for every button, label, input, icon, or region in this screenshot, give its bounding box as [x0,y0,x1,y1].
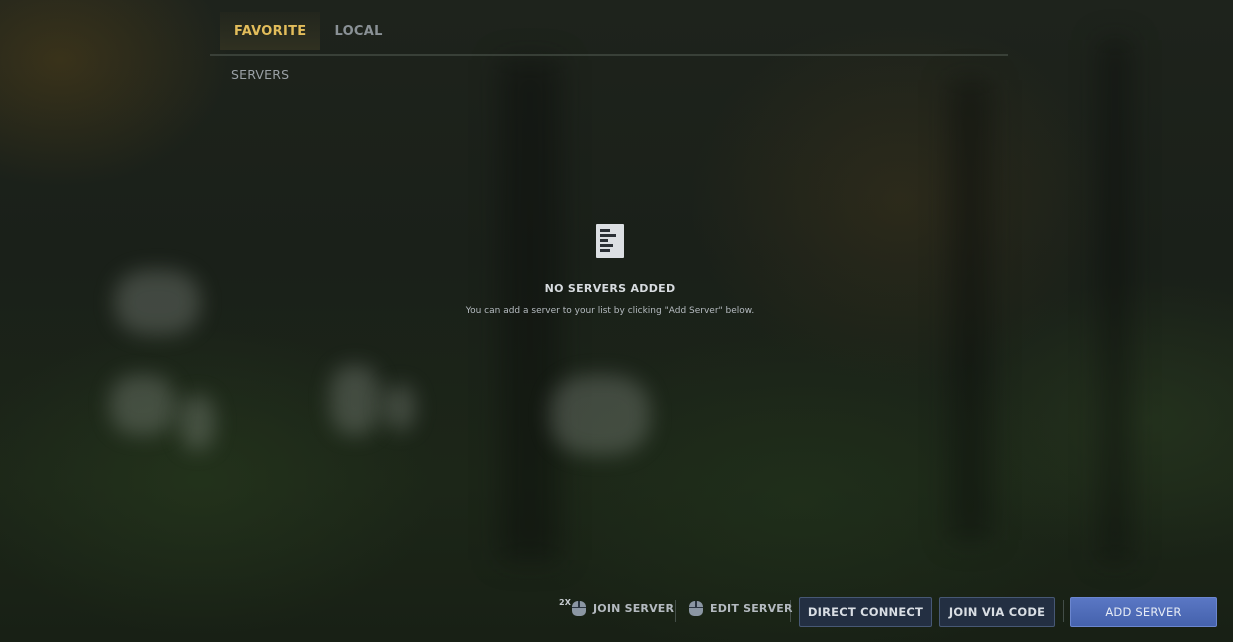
server-tabs: FAVORITE LOCAL [210,12,1008,56]
background-shape [550,375,650,455]
background-shape [330,365,380,435]
add-server-button[interactable]: ADD SERVER [1070,597,1217,627]
tab-local[interactable]: LOCAL [320,12,396,50]
background-shape [1100,40,1130,560]
mouse-left-click-icon [572,601,586,616]
background-shape [180,395,215,450]
divider [675,600,676,622]
tab-favorite[interactable]: FAVORITE [220,12,321,50]
background-shape [950,80,990,540]
blurred-game-background [0,0,1233,642]
edit-server-label: EDIT SERVER [710,602,793,615]
double-click-badge: 2X [559,598,572,607]
document-list-icon [596,224,624,258]
join-server-hint: 2X JOIN SERVER [559,598,675,616]
servers-section-label: SERVERS [231,67,290,82]
join-via-code-button[interactable]: JOIN VIA CODE [939,597,1055,627]
edit-server-hint: EDIT SERVER [689,601,793,616]
divider [1063,600,1064,622]
direct-connect-button[interactable]: DIRECT CONNECT [799,597,932,627]
empty-state-subtitle: You can add a server to your list by cli… [465,306,755,316]
empty-state: NO SERVERS ADDED You can add a server to… [360,224,860,316]
mouse-right-click-icon [689,601,703,616]
empty-state-title: NO SERVERS ADDED [544,282,676,295]
divider [790,600,791,622]
background-shape [110,375,175,435]
background-shape [115,270,200,335]
join-server-label: JOIN SERVER [593,602,675,615]
background-shape [385,385,415,430]
